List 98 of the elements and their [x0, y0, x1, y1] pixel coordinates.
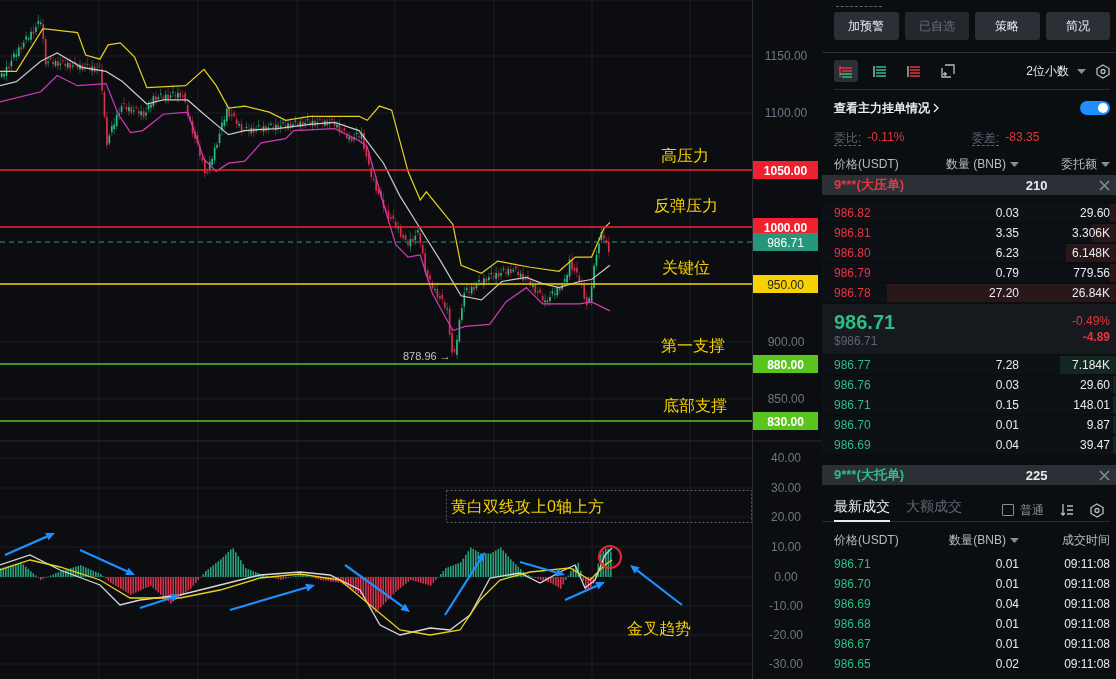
order-total: 39.47: [1078, 438, 1110, 452]
trade-time: 09:11:08: [1063, 557, 1110, 571]
large-order-label: 9***(大压单): [834, 176, 905, 194]
low-price-marker: 878.96 →: [403, 350, 451, 362]
price-tag: 830.00: [753, 412, 818, 430]
stat-label: 委比:: [834, 130, 862, 146]
level-label: 第一支撑: [661, 337, 725, 354]
precision-dropdown[interactable]: 2位小数: [1026, 62, 1086, 80]
order-amount: 0.01: [994, 418, 1019, 432]
order-amount: 0.04: [994, 438, 1019, 452]
order-amount: 0.03: [994, 206, 1019, 220]
column-header: 价格(USDT): [834, 532, 899, 549]
price-tag: 880.00: [753, 355, 818, 373]
order-amount: 0.79: [994, 266, 1019, 280]
trade-time: 09:11:08: [1063, 617, 1110, 631]
order-total: 779.56: [1072, 266, 1110, 280]
normal-filter-checkbox[interactable]: 普通: [1002, 501, 1044, 519]
order-amount: 7.28: [994, 358, 1019, 372]
price-tag: 1050.00: [753, 161, 818, 179]
order-price[interactable]: 986.81: [834, 226, 934, 240]
order-total: 29.60: [1078, 206, 1110, 220]
order-total: 9.87: [1085, 418, 1110, 432]
last-price-tag: 986.71: [753, 233, 818, 251]
trade-amount: 0.01: [994, 577, 1019, 591]
column-header: 价格(USDT): [834, 156, 899, 173]
order-price[interactable]: 986.77: [834, 358, 934, 372]
indicator-axis-label: 20.00: [771, 510, 801, 524]
large-order-label: 9***(大托单): [834, 466, 905, 484]
level-label: 反弹压力: [654, 197, 718, 214]
panel-button[interactable]: 加预警: [834, 12, 899, 40]
indicator-axis-label: 0.00: [774, 570, 798, 584]
order-amount: 0.15: [994, 398, 1019, 412]
large-order-size: 210: [1025, 177, 1048, 193]
order-price[interactable]: 986.71: [834, 398, 934, 412]
price-axis-label: 850.00: [767, 392, 805, 406]
stat-value: -83.35: [1005, 130, 1040, 146]
trade-time: 09:11:08: [1063, 597, 1110, 611]
level-label: 关键位: [662, 259, 710, 276]
trade-price: 986.70: [834, 577, 872, 591]
order-total: 26.84K: [1070, 286, 1110, 300]
order-price[interactable]: 986.78: [834, 286, 934, 300]
level-label: 底部支撑: [663, 397, 727, 414]
stat-value: -0.11%: [867, 130, 905, 146]
trade-price: 986.68: [834, 617, 872, 631]
order-price[interactable]: 986.69: [834, 438, 934, 452]
indicator-axis-label: 30.00: [771, 481, 801, 495]
order-amount: 3.35: [994, 226, 1019, 240]
trade-price: 986.67: [834, 637, 872, 651]
order-total: 148.01: [1072, 398, 1110, 412]
large-order-size: 225: [1025, 467, 1048, 483]
indicator-axis-label: 40.00: [771, 451, 801, 465]
column-header[interactable]: 数量 (BNB): [946, 156, 1006, 173]
last-price: 986.71: [834, 310, 896, 334]
price-axis-label: 900.00: [767, 335, 805, 349]
trade-amount: 0.04: [994, 597, 1019, 611]
last-price-usd: $986.71: [834, 333, 879, 348]
order-total: 7.184K: [1070, 358, 1110, 372]
column-header: 成交时间: [1062, 532, 1110, 549]
indicator-axis-label: -20.00: [769, 628, 803, 642]
order-amount: 6.23: [994, 246, 1019, 260]
panel-button[interactable]: 简况: [1045, 12, 1110, 40]
trade-price: 986.65: [834, 657, 872, 671]
trade-amount: 0.01: [994, 637, 1019, 651]
order-total: 29.60: [1078, 378, 1110, 392]
change-amount: -4.89: [1082, 330, 1110, 344]
trade-price: 986.71: [834, 557, 872, 571]
trade-amount: 0.02: [994, 657, 1019, 671]
trade-tab[interactable]: 最新成交: [834, 498, 890, 522]
order-amount: 27.20: [987, 286, 1019, 300]
callout-note: 黄白双线攻上0轴上方: [446, 490, 752, 523]
indicator-axis-label: -30.00: [769, 657, 803, 671]
level-label: 高压力: [661, 147, 709, 164]
price-tag: 950.00: [753, 275, 818, 293]
column-header[interactable]: 委托额: [1061, 156, 1097, 173]
indicator-axis-label: 10.00: [771, 540, 801, 554]
trade-amount: 0.01: [994, 557, 1019, 571]
trend-label: 金叉趋势: [627, 620, 691, 637]
price-axis-label: 1100.00: [764, 106, 808, 120]
order-total: 3.306K: [1070, 226, 1110, 240]
order-price[interactable]: 986.76: [834, 378, 934, 392]
trade-price: 986.69: [834, 597, 872, 611]
change-percent: -0.49%: [1071, 314, 1110, 328]
trade-time: 09:11:08: [1063, 577, 1110, 591]
order-price[interactable]: 986.70: [834, 418, 934, 432]
panel-button[interactable]: 策略: [975, 12, 1040, 40]
price-axis-label: 1150.00: [764, 49, 808, 63]
order-price[interactable]: 986.79: [834, 266, 934, 280]
order-amount: 0.03: [994, 378, 1019, 392]
trade-time: 09:11:08: [1063, 657, 1110, 671]
order-price[interactable]: 986.82: [834, 206, 934, 220]
depth-toggle-label[interactable]: 查看主力挂单情况: [834, 99, 930, 117]
trade-time: 09:11:08: [1063, 637, 1110, 651]
order-total: 6.148K: [1070, 246, 1110, 260]
indicator-axis-label: -10.00: [769, 599, 803, 613]
order-price[interactable]: 986.80: [834, 246, 934, 260]
trade-amount: 0.01: [994, 617, 1019, 631]
stat-label: 委差:: [972, 130, 1000, 146]
column-header[interactable]: 数量(BNB): [949, 532, 1006, 549]
